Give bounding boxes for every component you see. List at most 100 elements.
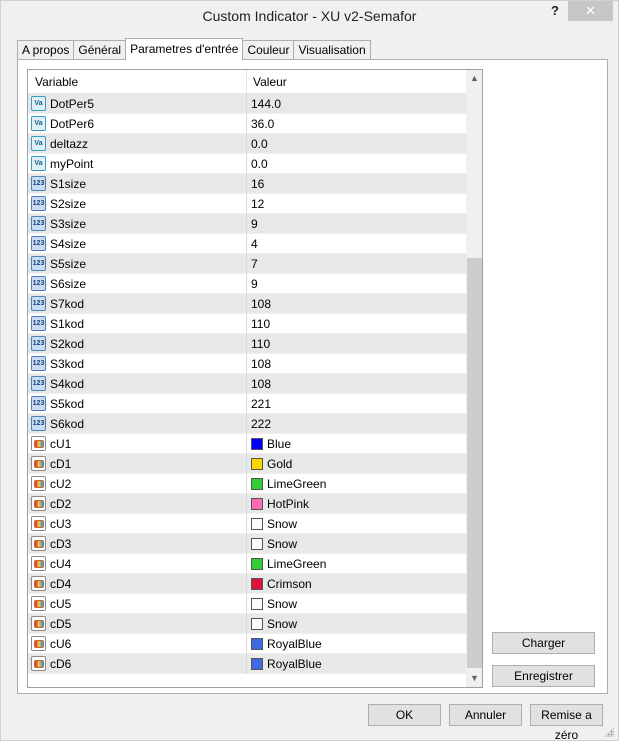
title-bar: Custom Indicator - XU v2-Semafor ? ✕ [1,1,618,33]
parameter-value[interactable]: 16 [251,177,264,191]
parameter-row[interactable]: Va DotPer5 144.0 [28,94,466,114]
load-button[interactable]: Charger [492,632,595,654]
parameter-row[interactable]: 123 S5kod 221 [28,394,466,414]
parameter-value[interactable]: Blue [267,437,291,451]
parameter-name: cU6 [50,637,72,651]
parameter-value[interactable]: Crimson [267,577,312,591]
parameter-value[interactable]: LimeGreen [267,477,326,491]
parameter-value[interactable]: RoyalBlue [267,657,322,671]
tab-4[interactable]: Visualisation [293,40,371,60]
parameters-grid: Variable Valeur Va DotPer5 144.0 Va DotPer6 3… [27,69,483,688]
parameter-name: S4kod [50,377,85,391]
color-swatch[interactable] [251,478,263,490]
parameter-row[interactable]: 123 S7kod 108 [28,294,466,314]
tab-1[interactable]: Général [73,40,127,60]
parameter-value[interactable]: 108 [251,297,271,311]
color-swatch[interactable] [251,538,263,550]
color-swatch[interactable] [251,658,263,670]
color-swatch[interactable] [251,638,263,650]
scrollbar-thumb[interactable] [467,258,482,668]
color-swatch[interactable] [251,458,263,470]
parameter-name: cD6 [50,657,72,671]
parameter-value[interactable]: HotPink [267,497,309,511]
parameter-value[interactable]: 108 [251,357,271,371]
parameter-row[interactable]: cU4 LimeGreen [28,554,466,574]
parameter-value[interactable]: 9 [251,277,258,291]
parameter-value[interactable]: LimeGreen [267,557,326,571]
tab-2[interactable]: Parametres d'entrée [125,38,244,60]
color-swatch[interactable] [251,498,263,510]
vertical-scrollbar[interactable]: ▲ ▼ [466,70,482,687]
parameter-value[interactable]: 110 [251,337,270,351]
parameter-row[interactable]: Va DotPer6 36.0 [28,114,466,134]
ok-button[interactable]: OK [368,704,441,726]
parameter-value[interactable]: 144.0 [251,97,281,111]
color-swatch[interactable] [251,558,263,570]
color-swatch[interactable] [251,598,263,610]
parameter-row[interactable]: cU6 RoyalBlue [28,634,466,654]
parameter-value[interactable]: Snow [267,517,297,531]
parameter-row[interactable]: 123 S5size 7 [28,254,466,274]
parameter-value[interactable]: 7 [251,257,258,271]
parameter-value[interactable]: 12 [251,197,264,211]
color-swatch[interactable] [251,618,263,630]
parameter-value[interactable]: RoyalBlue [267,637,322,651]
column-header-value[interactable]: Valeur [253,75,287,89]
parameter-row[interactable]: 123 S6size 9 [28,274,466,294]
parameter-row[interactable]: 123 S1kod 110 [28,314,466,334]
parameter-name: cD3 [50,537,72,551]
parameter-value[interactable]: Snow [267,617,297,631]
parameter-value[interactable]: 108 [251,377,271,391]
parameter-row[interactable]: cU2 LimeGreen [28,474,466,494]
parameter-value[interactable]: 4 [251,237,258,251]
parameter-value[interactable]: 9 [251,217,258,231]
color-swatch[interactable] [251,518,263,530]
help-button[interactable]: ? [544,3,566,21]
scroll-up-icon[interactable]: ▲ [466,70,482,87]
scroll-down-icon[interactable]: ▼ [466,670,482,687]
reset-button[interactable]: Remise a zéro [530,704,603,741]
parameter-row[interactable]: cU1 Blue [28,434,466,454]
resize-grip-icon[interactable] [604,727,614,737]
parameter-value[interactable]: Gold [267,457,292,471]
dialog-window: Custom Indicator - XU v2-Semafor ? ✕ A p… [0,0,619,741]
parameter-value[interactable]: 0.0 [251,137,268,151]
column-divider[interactable] [246,70,247,94]
parameter-row[interactable]: cD5 Snow [28,614,466,634]
tab-3[interactable]: Couleur [242,40,295,60]
color-palette-icon [31,656,46,671]
parameter-row[interactable]: 123 S2kod 110 [28,334,466,354]
parameter-value[interactable]: 110 [251,317,270,331]
parameter-row[interactable]: 123 S4size 4 [28,234,466,254]
close-button[interactable]: ✕ [568,1,613,21]
color-swatch[interactable] [251,438,263,450]
parameter-row[interactable]: 123 S3kod 108 [28,354,466,374]
parameter-value[interactable]: Snow [267,597,297,611]
parameter-row[interactable]: Va myPoint 0.0 [28,154,466,174]
parameter-row[interactable]: cD3 Snow [28,534,466,554]
parameter-value[interactable]: 221 [251,397,271,411]
parameter-value[interactable]: 0.0 [251,157,268,171]
column-header-variable[interactable]: Variable [35,75,78,89]
parameter-row[interactable]: cD4 Crimson [28,574,466,594]
parameter-value[interactable]: Snow [267,537,297,551]
cell-divider [246,494,247,514]
parameter-row[interactable]: 123 S1size 16 [28,174,466,194]
parameter-row[interactable]: 123 S4kod 108 [28,374,466,394]
parameter-row[interactable]: 123 S3size 9 [28,214,466,234]
cell-divider [246,334,247,354]
parameter-value[interactable]: 222 [251,417,271,431]
parameter-row[interactable]: cD6 RoyalBlue [28,654,466,674]
color-swatch[interactable] [251,578,263,590]
parameter-row[interactable]: 123 S6kod 222 [28,414,466,434]
parameter-row[interactable]: cU5 Snow [28,594,466,614]
cancel-button[interactable]: Annuler [449,704,522,726]
parameter-row[interactable]: cD2 HotPink [28,494,466,514]
parameter-row[interactable]: 123 S2size 12 [28,194,466,214]
parameter-row[interactable]: Va deltazz 0.0 [28,134,466,154]
tab-0[interactable]: A propos [17,40,75,60]
parameter-row[interactable]: cD1 Gold [28,454,466,474]
parameter-value[interactable]: 36.0 [251,117,274,131]
save-button[interactable]: Enregistrer [492,665,595,687]
parameter-row[interactable]: cU3 Snow [28,514,466,534]
